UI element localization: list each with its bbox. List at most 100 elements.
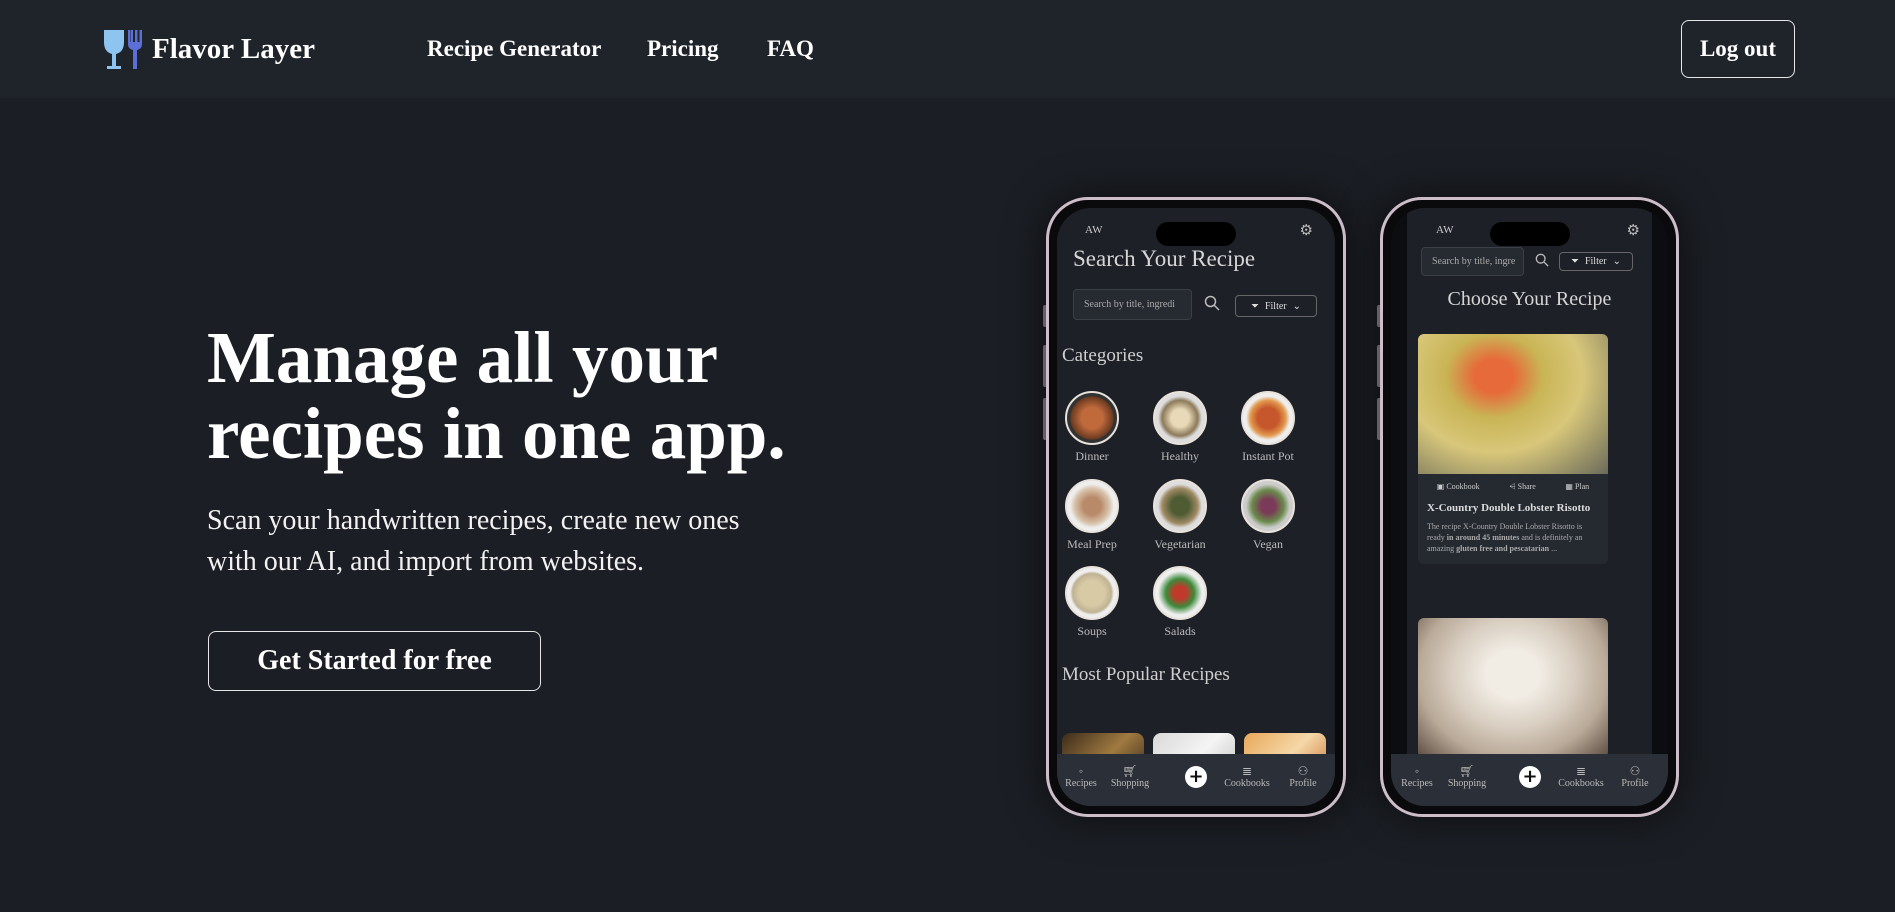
tab-cookbooks[interactable]: ≣ Cookbooks [1221,764,1273,789]
funnel-icon: ⏷ [1250,300,1259,312]
calendar-icon: ▦ [1565,482,1575,491]
category-healthy[interactable]: Healthy [1145,391,1215,464]
user-icon: ⚇ [1297,764,1309,778]
category-label: Salads [1164,624,1196,638]
instant-pot-thumbnail [1241,391,1295,445]
category-salads[interactable]: Salads [1145,566,1215,639]
soups-thumbnail [1065,566,1119,620]
dynamic-island [1489,222,1570,246]
dynamic-island [1156,222,1236,246]
category-instant-pot[interactable]: Instant Pot [1233,391,1303,464]
avatar-initials[interactable]: AW [1085,224,1102,236]
nav-link-recipe-generator[interactable]: Recipe Generator [427,36,601,62]
category-dinner[interactable]: Dinner [1057,391,1127,464]
phone-screen: AW ⚙ Search by title, ingre ⏷ Filter ⌄ C… [1391,208,1668,806]
gear-icon[interactable]: ⚙ [1627,221,1640,240]
filter-button[interactable]: ⏷ Filter ⌄ [1559,252,1633,271]
filter-button[interactable]: ⏷ Filter ⌄ [1235,295,1317,317]
filter-label: Filter [1584,256,1607,267]
brand-logo[interactable]: Flavor Layer [102,28,315,70]
tab-label: Cookbooks [1558,778,1604,789]
hero-subtitle-line-2: with our AI, and import from websites. [207,546,645,577]
tab-profile[interactable]: ⚇ Profile [1609,764,1661,789]
search-icon[interactable] [1204,295,1220,311]
cart-icon: 🛒︎ [1122,764,1138,778]
category-meal-prep[interactable]: Meal Prep [1057,479,1127,552]
category-vegetarian[interactable]: Vegetarian [1145,479,1215,552]
logout-button[interactable]: Log out [1681,20,1795,78]
add-recipe-button[interactable]: + [1519,766,1541,788]
get-started-button[interactable]: Get Started for free [208,631,541,691]
top-nav: Flavor Layer Recipe Generator Pricing FA… [0,0,1895,98]
salads-thumbnail [1153,566,1207,620]
tab-recipes[interactable]: ◦ Recipes [1391,764,1443,789]
phone-mockup-search: AW ⚙ Search Your Recipe Search by title,… [1046,197,1346,817]
search-input[interactable]: Search by title, ingredi [1073,289,1192,320]
brand-name: Flavor Layer [152,32,315,65]
action-label: Share [1517,482,1536,491]
action-label: Cookbook [1446,482,1480,491]
search-icon[interactable] [1535,253,1549,267]
filter-label: Filter [1264,300,1287,312]
category-label: Vegan [1253,537,1283,551]
share-action[interactable]: ⩤ Share [1509,482,1536,492]
avatar-initials[interactable]: AW [1436,224,1453,236]
add-recipe-button[interactable]: + [1185,766,1207,788]
tab-shopping[interactable]: 🛒︎ Shopping [1104,764,1156,789]
share-icon: ⩤ [1509,482,1518,491]
funnel-icon: ⏷ [1570,256,1579,267]
action-label: Plan [1574,482,1590,491]
tab-label: Profile [1621,778,1649,789]
nav-link-faq[interactable]: FAQ [767,36,814,62]
popular-recipes-title: Most Popular Recipes [1062,664,1230,685]
category-label: Dinner [1075,449,1109,463]
tab-cookbooks[interactable]: ≣ Cookbooks [1555,764,1607,789]
tab-shopping[interactable]: 🛒︎ Shopping [1441,764,1493,789]
book-icon: ≣ [1575,764,1587,778]
recipe-card-title: X-Country Double Lobster Risotto [1427,502,1591,514]
meal-prep-thumbnail [1065,479,1119,533]
tab-label: Cookbooks [1224,778,1270,789]
tab-label: Recipes [1401,778,1433,789]
recipe-card[interactable]: ▣ Cookbook ⩤ Share ▦ Plan X-Country Doub… [1418,334,1608,564]
choose-screen-title: Choose Your Recipe [1447,288,1612,310]
tab-label: Profile [1289,778,1317,789]
vegan-thumbnail [1241,479,1295,533]
dinner-thumbnail [1065,391,1119,445]
categories-title: Categories [1062,345,1144,366]
book-icon: ≣ [1241,764,1253,778]
search-input[interactable]: Search by title, ingre [1421,247,1524,276]
desc-time: in around 45 minutes [1446,533,1520,542]
folder-icon: ▣ [1436,482,1447,491]
wine-fork-icon [104,30,142,69]
tab-profile[interactable]: ⚇ Profile [1277,764,1329,789]
tab-label: Shopping [1110,778,1150,789]
phone-screen: AW ⚙ Search Your Recipe Search by title,… [1057,208,1335,806]
recipe-card[interactable] [1418,618,1608,758]
recipe-card-description: The recipe X-Country Double Lobster Riso… [1418,516,1608,564]
cookbook-action[interactable]: ▣ Cookbook [1437,482,1480,492]
tab-label: Recipes [1065,778,1097,789]
category-label: Instant Pot [1242,449,1294,463]
category-label: Healthy [1161,449,1199,463]
hero-title: Manage all your recipes in one app. [207,320,927,472]
tab-label: Shopping [1447,778,1487,789]
hero-title-line-1: Manage all your [207,317,718,398]
hero-title-line-2: recipes in one app. [207,393,786,474]
plan-action[interactable]: ▦ Plan [1565,482,1589,492]
healthy-thumbnail [1153,391,1207,445]
chevron-down-icon: ⌄ [1612,256,1622,267]
nav-link-pricing[interactable]: Pricing [647,36,719,62]
category-soups[interactable]: Soups [1057,566,1127,639]
desc-text: ... [1549,544,1558,553]
bottom-tab-bar: ◦ Recipes 🛒︎ Shopping + ≣ Cookbooks ⚇ Profil… [1057,754,1335,806]
category-vegan[interactable]: Vegan [1233,479,1303,552]
vegetarian-thumbnail [1153,479,1207,533]
gear-icon[interactable]: ⚙ [1300,221,1313,240]
tab-recipes[interactable]: ◦ Recipes [1057,764,1107,789]
chevron-down-icon: ⌄ [1292,300,1302,312]
hero-subtitle-line-1: Scan your handwritten recipes, create ne… [207,505,740,536]
recipe-card-image [1418,618,1608,758]
search-screen-title: Search Your Recipe [1073,246,1256,271]
category-label: Meal Prep [1067,537,1117,551]
